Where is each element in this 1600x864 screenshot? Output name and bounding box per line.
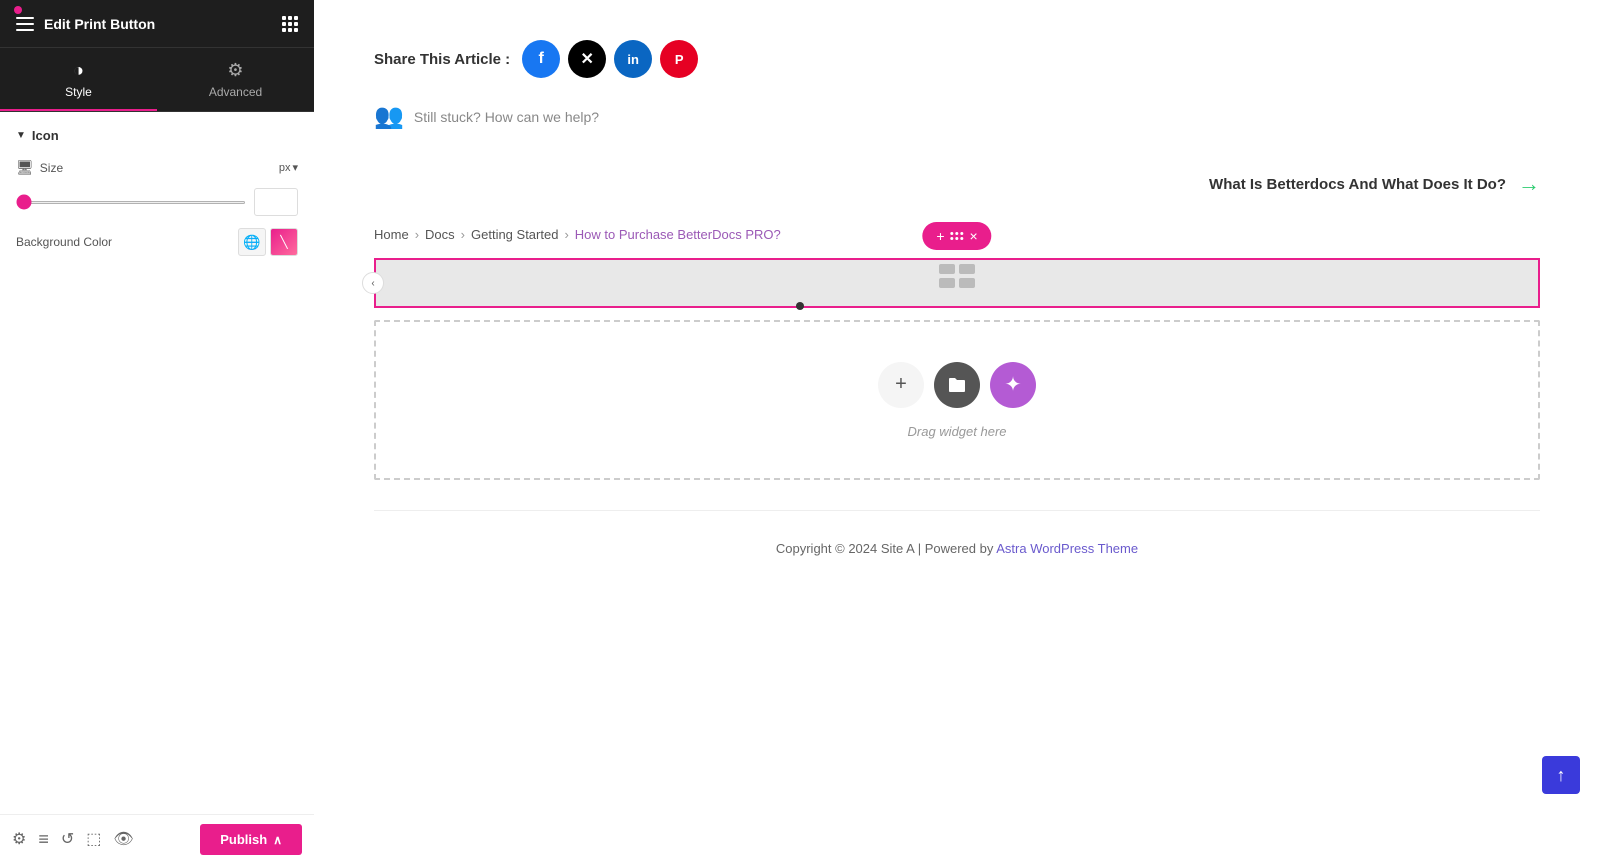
eye-icon[interactable]: 👁 [113,829,133,850]
widget-toolbar: + × [922,222,991,250]
footer-copyright: Copyright © 2024 Site A | Powered by [776,541,996,556]
widget-drag-handle[interactable] [951,232,964,240]
breadcrumb-home[interactable]: Home [374,227,409,242]
history-icon[interactable]: ↺ [61,829,74,850]
page-footer: Copyright © 2024 Site A | Powered by Ast… [374,510,1540,576]
still-stuck-section: 👥 Still stuck? How can we help? [374,102,1540,131]
footer-link[interactable]: Astra WordPress Theme [996,541,1138,556]
size-number-input[interactable] [254,188,298,216]
color-controls: 🌐 ╲ [238,228,298,256]
size-field-label: 🖥 Size [16,159,63,176]
sidebar: Edit Print Button ◑ Style ⚙ Advanced ▼ I… [0,0,314,864]
globe-color-btn[interactable]: 🌐 [238,228,266,256]
size-slider-row [16,188,298,216]
widget-add-buttons: + ✦ [878,362,1036,408]
social-icons: f ✕ in P [522,40,698,78]
advanced-tab-icon: ⚙ [227,60,243,81]
brush-color-btn[interactable]: ╲ [270,228,298,256]
widget-inner-grid-icon [937,262,977,305]
breadcrumb-sep-3: › [564,227,568,242]
widget-block[interactable]: ‹ [374,258,1540,308]
layers-icon[interactable]: ≡ [38,829,49,850]
share-section: Share This Article : f ✕ in P [374,40,1540,78]
help-icon: 👥 [374,102,404,131]
empty-widget-area: + ✦ Drag widget here [374,320,1540,480]
share-label: Share This Article : [374,51,510,68]
template-icon[interactable]: ⬚ [86,829,101,850]
sidebar-header: Edit Print Button [0,0,314,48]
monitor-icon: 🖥 [16,159,34,176]
main-content: Share This Article : f ✕ in P 👥 Still st… [314,0,1600,864]
size-slider[interactable] [16,201,246,204]
twitter-x-icon[interactable]: ✕ [568,40,606,78]
grid-icon[interactable] [282,16,298,32]
icon-section-header[interactable]: ▼ Icon [16,128,298,143]
scroll-top-button[interactable]: ↑ [1542,756,1580,794]
unit-chevron: ▾ [292,161,298,174]
breadcrumb-sep-2: › [461,227,465,242]
widget-selected-container: + × ‹ [374,258,1540,308]
sidebar-tabs: ◑ Style ⚙ Advanced [0,48,314,112]
publish-button[interactable]: Publish ∧ [200,824,302,855]
unit-text: px [279,162,291,174]
next-article-title: What Is Betterdocs And What Does It Do? [1209,176,1506,193]
tab-style-label: Style [65,85,92,99]
publish-chevron-icon: ∧ [273,833,282,847]
status-dot [14,6,22,14]
bg-color-row: Background Color 🌐 ╲ [16,228,298,256]
collapse-arrow[interactable]: ‹ [362,272,384,294]
bg-color-label: Background Color [16,235,112,249]
next-arrow-icon: → [1518,171,1540,197]
add-template-button[interactable] [934,362,980,408]
add-widget-button[interactable]: + [878,362,924,408]
sidebar-title: Edit Print Button [44,16,155,32]
style-tab-icon: ◑ [73,60,84,81]
breadcrumb-docs[interactable]: Docs [425,227,455,242]
widget-close-btn[interactable]: × [966,226,982,246]
size-field-row: 🖥 Size px ▾ [16,159,298,176]
linkedin-icon[interactable]: in [614,40,652,78]
add-ai-button[interactable]: ✦ [990,362,1036,408]
next-article[interactable]: What Is Betterdocs And What Does It Do? … [374,171,1540,197]
still-stuck-text: Still stuck? How can we help? [414,109,599,125]
sidebar-footer: ⚙ ≡ ↺ ⬚ 👁 Publish ∧ [0,814,314,864]
hamburger-icon[interactable] [16,17,34,31]
main-inner: Share This Article : f ✕ in P 👥 Still st… [314,0,1600,864]
breadcrumb-getting-started[interactable]: Getting Started [471,227,558,242]
publish-label: Publish [220,832,267,847]
tab-style[interactable]: ◑ Style [0,48,157,111]
drag-widget-text: Drag widget here [908,424,1007,439]
breadcrumb-current: How to Purchase BetterDocs PRO? [575,227,781,242]
sidebar-content: ▼ Icon 🖥 Size px ▾ Background Color [0,112,314,814]
icon-section-arrow: ▼ [16,130,26,141]
unit-dropdown[interactable]: px ▾ [279,161,298,174]
icon-section-label: Icon [32,128,59,143]
facebook-icon[interactable]: f [522,40,560,78]
breadcrumb-sep-1: › [415,227,419,242]
settings-icon[interactable]: ⚙ [12,829,26,850]
footer-icons: ⚙ ≡ ↺ ⬚ 👁 [12,829,134,850]
widget-add-btn[interactable]: + [932,226,948,246]
field-unit: px ▾ [279,161,298,174]
tab-advanced[interactable]: ⚙ Advanced [157,48,314,111]
pinterest-icon[interactable]: P [660,40,698,78]
size-label-text: Size [40,161,63,175]
header-left: Edit Print Button [16,16,155,32]
cursor [796,302,804,310]
tab-advanced-label: Advanced [209,85,262,99]
